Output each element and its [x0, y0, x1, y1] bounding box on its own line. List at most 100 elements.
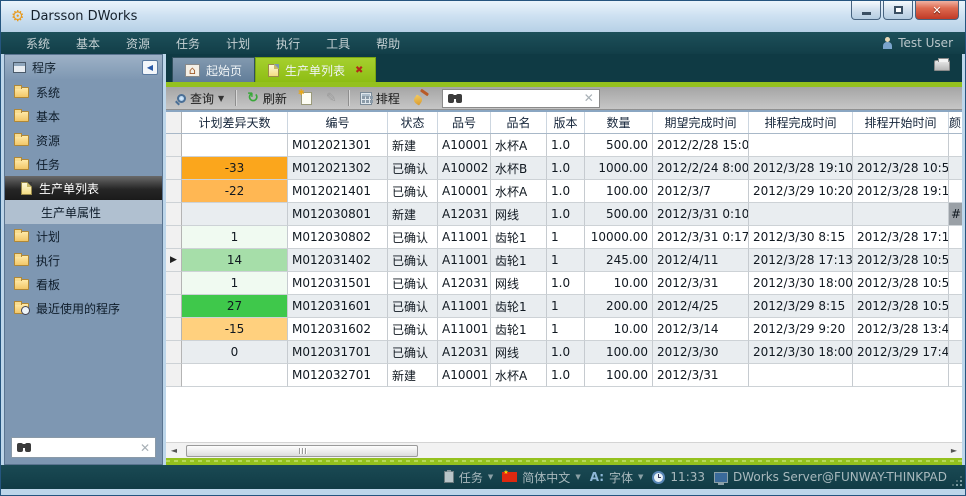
menu-basic[interactable]: 基本 — [63, 35, 113, 52]
cell-qty[interactable]: 10.00 — [585, 318, 653, 341]
cell-partial[interactable] — [949, 364, 962, 387]
cell-diff[interactable] — [182, 134, 288, 157]
title-bar[interactable]: ⚙ Darsson DWorks ✕ — [1, 1, 965, 32]
cell-diff[interactable] — [182, 203, 288, 226]
cell-part_no[interactable]: A12031 — [438, 203, 491, 226]
tab-close-icon[interactable]: ✖ — [355, 65, 363, 76]
cell-expected[interactable]: 2012/3/30 — [653, 341, 749, 364]
table-row[interactable]: 27M012031601已确认A11001齿轮11200.002012/4/25… — [166, 295, 962, 318]
cell-status[interactable]: 新建 — [388, 364, 438, 387]
cell-partial[interactable] — [949, 180, 962, 203]
cell-version[interactable]: 1.0 — [547, 134, 585, 157]
column-header[interactable]: 计划差异天数 — [182, 112, 288, 133]
cell-part_name[interactable]: 齿轮1 — [491, 318, 547, 341]
cell-status[interactable]: 已确认 — [388, 157, 438, 180]
scroll-left-arrow[interactable]: ◄ — [166, 444, 182, 458]
column-header[interactable]: 品号 — [438, 112, 491, 133]
cell-diff[interactable]: -33 — [182, 157, 288, 180]
table-row[interactable]: -22M012021401已确认A10001水杯A1.0100.002012/3… — [166, 180, 962, 203]
cell-sched_finish[interactable]: 2012/3/29 10:20 — [749, 180, 853, 203]
menu-tools[interactable]: 工具 — [313, 35, 363, 52]
edit-button[interactable]: ✎ — [321, 91, 342, 106]
cell-qty[interactable]: 100.00 — [585, 180, 653, 203]
cell-version[interactable]: 1.0 — [547, 272, 585, 295]
cell-sched_start[interactable] — [853, 203, 949, 226]
cell-sched_start[interactable]: 2012/3/28 17:13 — [853, 226, 949, 249]
cell-expected[interactable]: 2012/3/14 — [653, 318, 749, 341]
sidebar-item-kanban[interactable]: 看板 — [5, 272, 162, 296]
row-header[interactable] — [166, 180, 182, 203]
cell-partial[interactable] — [949, 272, 962, 295]
status-font-menu[interactable]: A: 字体 ▼ — [590, 469, 644, 486]
cell-order_no[interactable]: M012021401 — [288, 180, 388, 203]
cell-order_no[interactable]: M012030801 — [288, 203, 388, 226]
cell-version[interactable]: 1 — [547, 226, 585, 249]
cell-status[interactable]: 已确认 — [388, 295, 438, 318]
sidebar-search-box[interactable]: ✕ — [11, 437, 156, 458]
cell-part_no[interactable]: A12031 — [438, 272, 491, 295]
table-row[interactable]: M012030801新建A12031网线1.0500.002012/3/31 0… — [166, 203, 962, 226]
cell-part_no[interactable]: A10001 — [438, 180, 491, 203]
cell-qty[interactable]: 200.00 — [585, 295, 653, 318]
menu-system[interactable]: 系统 — [13, 35, 63, 52]
cell-version[interactable]: 1 — [547, 249, 585, 272]
cell-sched_start[interactable]: 2012/3/28 19:10 — [853, 180, 949, 203]
cell-status[interactable]: 已确认 — [388, 318, 438, 341]
new-button[interactable] — [296, 91, 317, 106]
cell-part_name[interactable]: 水杯A — [491, 180, 547, 203]
row-header[interactable] — [166, 272, 182, 295]
cell-expected[interactable]: 2012/3/31 0:17 — [653, 226, 749, 249]
cell-sched_finish[interactable]: 2012/3/30 8:15 — [749, 226, 853, 249]
cell-sched_finish[interactable] — [749, 364, 853, 387]
close-button[interactable]: ✕ — [915, 1, 959, 20]
table-row[interactable]: 0M012031701已确认A12031网线1.0100.002012/3/30… — [166, 341, 962, 364]
cell-sched_start[interactable] — [853, 134, 949, 157]
scrollbar-thumb[interactable] — [186, 445, 418, 457]
table-row[interactable]: -33M012021302已确认A10002水杯B1.01000.002012/… — [166, 157, 962, 180]
cell-qty[interactable]: 500.00 — [585, 134, 653, 157]
cell-version[interactable]: 1.0 — [547, 203, 585, 226]
cell-sched_start[interactable]: 2012/3/29 17:46 — [853, 341, 949, 364]
minimize-button[interactable] — [851, 1, 881, 20]
printer-icon[interactable] — [934, 60, 950, 71]
cell-part_no[interactable]: A10001 — [438, 364, 491, 387]
sidebar-item-system[interactable]: 系统 — [5, 80, 162, 104]
cell-partial[interactable] — [949, 249, 962, 272]
cell-diff[interactable]: -15 — [182, 318, 288, 341]
cell-partial[interactable]: # — [949, 203, 962, 226]
table-row[interactable]: M012021301新建A10001水杯A1.0500.002012/2/28 … — [166, 134, 962, 157]
cell-order_no[interactable]: M012031501 — [288, 272, 388, 295]
cell-part_name[interactable]: 网线 — [491, 203, 547, 226]
cell-partial[interactable] — [949, 134, 962, 157]
cell-partial[interactable] — [949, 295, 962, 318]
cell-diff[interactable]: -22 — [182, 180, 288, 203]
menu-plan[interactable]: 计划 — [213, 35, 263, 52]
cell-expected[interactable]: 2012/4/25 — [653, 295, 749, 318]
cell-expected[interactable]: 2012/2/28 15:00 — [653, 134, 749, 157]
column-header[interactable]: 状态 — [388, 112, 438, 133]
cell-qty[interactable]: 245.00 — [585, 249, 653, 272]
cell-diff[interactable]: 0 — [182, 341, 288, 364]
column-header-partial[interactable]: 颜 — [949, 112, 962, 133]
cell-order_no[interactable]: M012021301 — [288, 134, 388, 157]
scroll-right-arrow[interactable]: ► — [946, 444, 962, 458]
cell-partial[interactable] — [949, 157, 962, 180]
cell-sched_start[interactable] — [853, 364, 949, 387]
maximize-button[interactable] — [883, 1, 913, 20]
row-header[interactable] — [166, 295, 182, 318]
clear-filter-icon[interactable]: ✕ — [584, 91, 594, 105]
cell-expected[interactable]: 2012/3/7 — [653, 180, 749, 203]
row-header[interactable] — [166, 134, 182, 157]
row-header[interactable] — [166, 157, 182, 180]
column-header[interactable]: 期望完成时间 — [653, 112, 749, 133]
clear-search-icon[interactable]: ✕ — [140, 441, 150, 455]
table-row[interactable]: 1M012031501已确认A12031网线1.010.002012/3/312… — [166, 272, 962, 295]
cell-status[interactable]: 新建 — [388, 203, 438, 226]
cell-sched_finish[interactable] — [749, 134, 853, 157]
cell-expected[interactable]: 2012/3/31 — [653, 272, 749, 295]
row-header[interactable] — [166, 318, 182, 341]
cell-version[interactable]: 1.0 — [547, 341, 585, 364]
cell-sched_start[interactable]: 2012/3/28 10:52 — [853, 272, 949, 295]
query-button[interactable]: 查询 ▼ — [172, 89, 229, 108]
column-header[interactable]: 编号 — [288, 112, 388, 133]
